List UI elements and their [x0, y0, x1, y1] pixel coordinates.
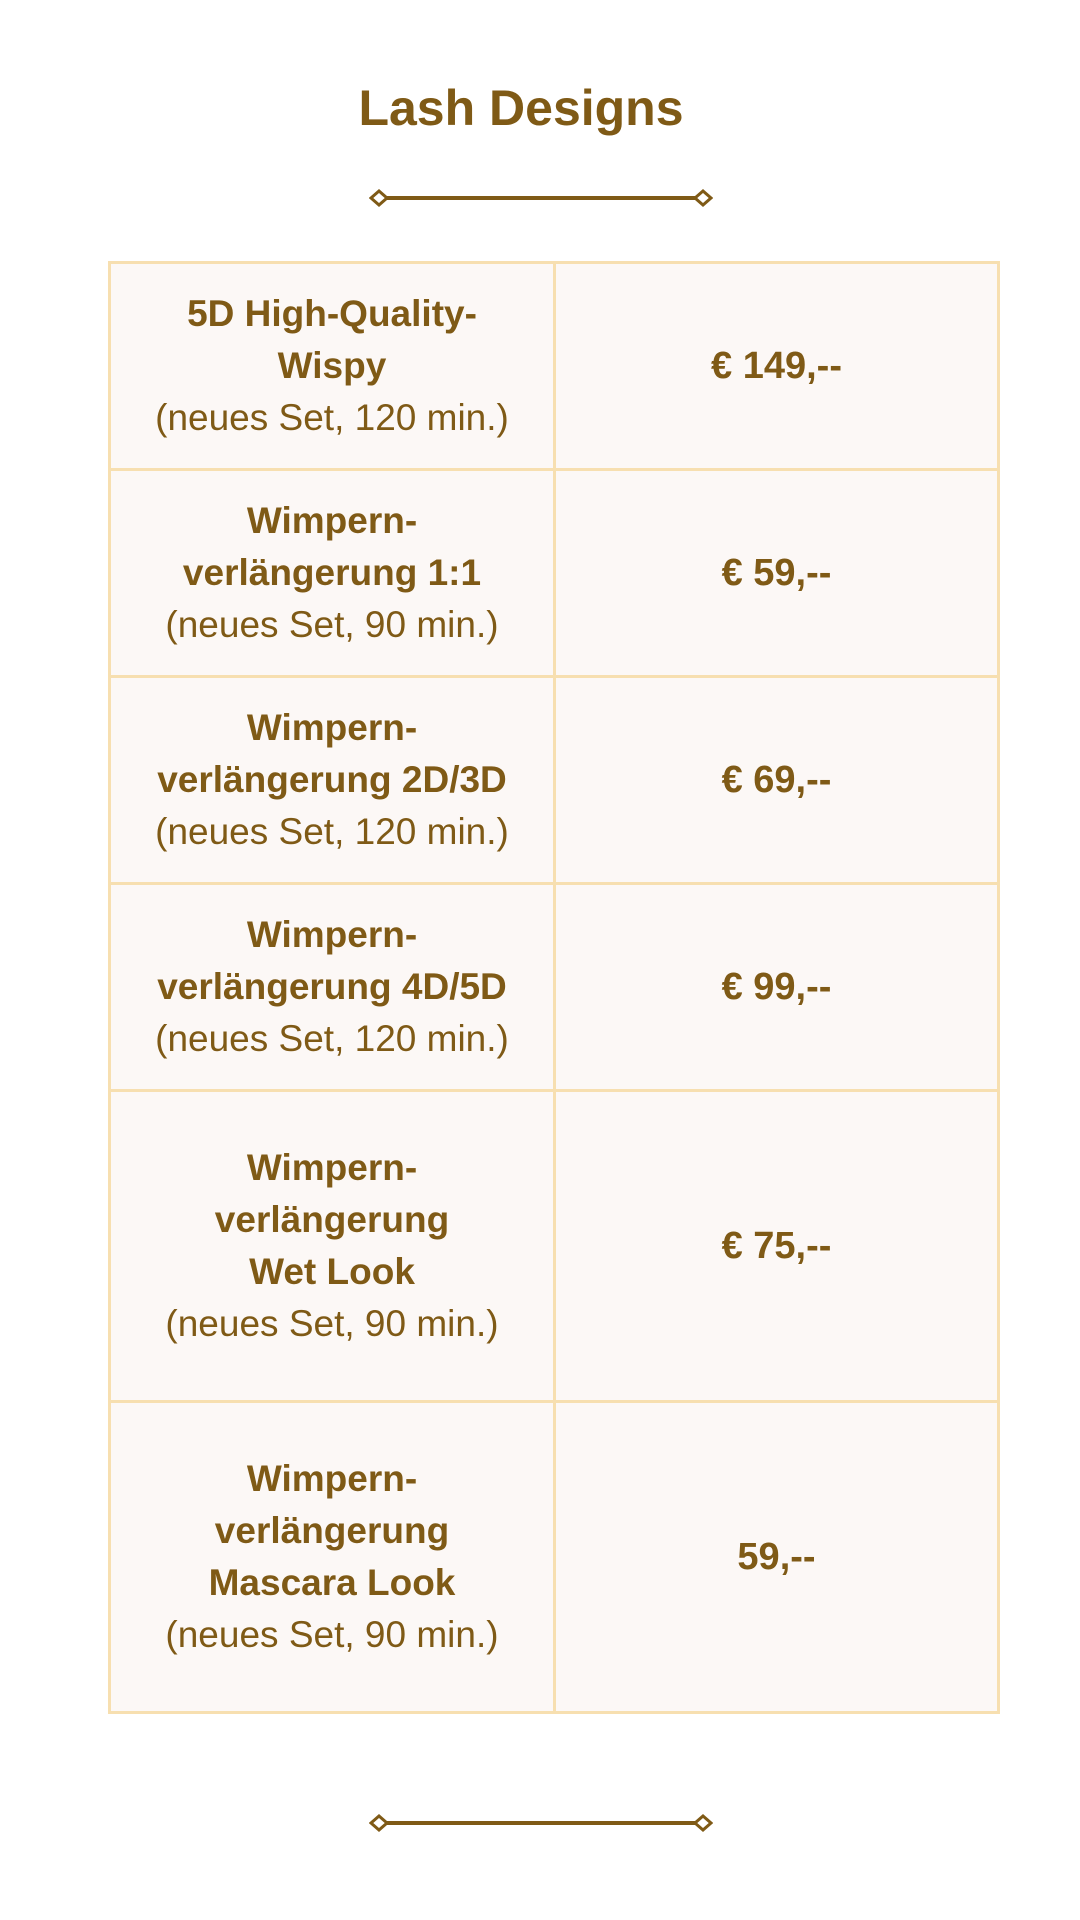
service-name: Wimpern- verlängerung Wet Look	[214, 1147, 450, 1292]
service-detail: (neues Set, 120 min.)	[155, 1018, 509, 1059]
service-price: 59,--	[737, 1535, 816, 1578]
service-cell: Wimpern- verlängerung 2D/3D (neues Set, …	[111, 678, 556, 882]
price-row: Wimpern- verlängerung Mascara Look (neue…	[111, 1403, 997, 1711]
service-cell: Wimpern- verlängerung 4D/5D (neues Set, …	[111, 885, 556, 1089]
page-title: Lash Designs	[358, 80, 684, 136]
service-detail: (neues Set, 90 min.)	[165, 1614, 499, 1655]
price-row: Wimpern- verlängerung 4D/5D (neues Set, …	[111, 885, 997, 1092]
price-row: Wimpern- verlängerung 2D/3D (neues Set, …	[111, 678, 997, 885]
price-table: 5D High-Quality- Wispy (neues Set, 120 m…	[108, 261, 1000, 1714]
price-row: 5D High-Quality- Wispy (neues Set, 120 m…	[111, 264, 997, 471]
service-price: € 149,--	[711, 344, 842, 387]
service-detail: (neues Set, 120 min.)	[155, 397, 509, 438]
service-price: € 59,--	[721, 551, 832, 594]
service-name: Wimpern- verlängerung Mascara Look	[208, 1458, 456, 1603]
price-row: Wimpern- verlängerung 1:1 (neues Set, 90…	[111, 471, 997, 678]
service-name: Wimpern- verlängerung 4D/5D	[157, 914, 507, 1007]
service-detail: (neues Set, 120 min.)	[155, 811, 509, 852]
service-price: € 69,--	[721, 758, 832, 801]
service-cell: 5D High-Quality- Wispy (neues Set, 120 m…	[111, 264, 556, 468]
service-name: Wimpern- verlängerung 2D/3D	[157, 707, 507, 800]
service-price: € 75,--	[721, 1224, 832, 1267]
divider-bottom-icon	[369, 1814, 713, 1832]
service-detail: (neues Set, 90 min.)	[165, 1303, 499, 1344]
service-cell: Wimpern- verlängerung Wet Look (neues Se…	[111, 1092, 556, 1400]
service-detail: (neues Set, 90 min.)	[165, 604, 499, 645]
service-name: Wimpern- verlängerung 1:1	[182, 500, 482, 593]
service-price: € 99,--	[721, 965, 832, 1008]
price-row: Wimpern- verlängerung Wet Look (neues Se…	[111, 1092, 997, 1403]
service-name: 5D High-Quality- Wispy	[187, 293, 477, 386]
service-cell: Wimpern- verlängerung Mascara Look (neue…	[111, 1403, 556, 1711]
divider-top-icon	[369, 189, 713, 207]
service-cell: Wimpern- verlängerung 1:1 (neues Set, 90…	[111, 471, 556, 675]
